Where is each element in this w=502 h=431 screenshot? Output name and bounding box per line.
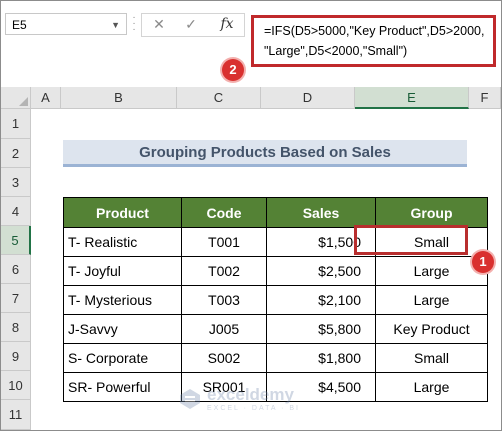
row-header-3[interactable]: 3 — [1, 168, 31, 197]
cell-group[interactable]: Small — [375, 227, 488, 257]
select-all-corner[interactable] — [1, 87, 31, 109]
column-header-f[interactable]: F — [469, 87, 501, 109]
formula-bar: E5 ▼ · · · ✕ ✓ fx =IFS(D5>5000,"Key Produc… — [1, 1, 501, 83]
row-header-1[interactable]: 1 — [1, 109, 31, 139]
formula-line-2: "Large",D5<2000,"Small") — [264, 44, 408, 58]
row-header-10[interactable]: 10 — [1, 371, 31, 400]
formula-input-area[interactable]: =IFS(D5>5000,"Key Product",D5>2000, "Lar… — [249, 13, 501, 81]
select-all-icon — [19, 97, 28, 106]
cell-sales[interactable]: $5,800 — [266, 314, 376, 344]
column-header-d[interactable]: D — [261, 87, 355, 109]
cell-product[interactable]: T- Realistic — [63, 227, 182, 257]
table-row: T- Realistic T001 $1,500 Small — [63, 227, 488, 257]
spreadsheet-window: E5 ▼ · · · ✕ ✓ fx =IFS(D5>5000,"Key Produc… — [0, 0, 502, 431]
cell-group[interactable]: Large — [375, 256, 488, 286]
watermark: exceldemy EXCEL · DATA · BI — [179, 385, 329, 421]
row-header-7[interactable]: 7 — [1, 284, 31, 313]
cell-product[interactable]: S- Corporate — [63, 343, 182, 373]
row-header-8[interactable]: 8 — [1, 313, 31, 342]
cell-code[interactable]: T003 — [181, 285, 267, 315]
cell-sales[interactable]: $2,500 — [266, 256, 376, 286]
header-sales[interactable]: Sales — [266, 197, 376, 228]
cell-group[interactable]: Small — [375, 343, 488, 373]
callout-badge-1: 1 — [472, 251, 494, 273]
sheet-title[interactable]: Grouping Products Based on Sales — [63, 140, 467, 167]
column-header-a[interactable]: A — [31, 87, 61, 109]
fx-icon[interactable]: fx — [215, 14, 239, 34]
callout-badge-2: 2 — [222, 59, 244, 81]
chevron-down-icon[interactable]: ▼ — [111, 14, 120, 36]
watermark-tagline: EXCEL · DATA · BI — [207, 405, 300, 412]
cell-product[interactable]: T- Joyful — [63, 256, 182, 286]
table-row: S- Corporate S002 $1,800 Small — [63, 343, 488, 373]
row-header-4[interactable]: 4 — [1, 197, 31, 226]
header-code[interactable]: Code — [181, 197, 267, 228]
cell-code[interactable]: T001 — [181, 227, 267, 257]
cell-code[interactable]: J005 — [181, 314, 267, 344]
column-header-e[interactable]: E — [355, 87, 469, 109]
cell-group[interactable]: Key Product — [375, 314, 488, 344]
check-icon[interactable]: ✓ — [179, 14, 203, 34]
cell-group[interactable]: Large — [375, 372, 488, 402]
formula-line-1: =IFS(D5>5000,"Key Product",D5>2000, — [264, 24, 485, 38]
cell-product[interactable]: SR- Powerful — [63, 372, 182, 402]
cell-sales[interactable]: $2,100 — [266, 285, 376, 315]
header-product[interactable]: Product — [63, 197, 182, 228]
table-row: J-Savvy J005 $5,800 Key Product — [63, 314, 488, 344]
formula-text[interactable]: =IFS(D5>5000,"Key Product",D5>2000, "Lar… — [251, 15, 496, 67]
row-header-2[interactable]: 2 — [1, 139, 31, 168]
cell-sales[interactable]: $1,800 — [266, 343, 376, 373]
row-header-9[interactable]: 9 — [1, 342, 31, 371]
row-header-11[interactable]: 11 — [1, 400, 31, 430]
table-header-row: Product Code Sales Group — [63, 197, 488, 228]
data-table: Product Code Sales Group T- Realistic T0… — [63, 197, 488, 402]
name-box-value: E5 — [12, 18, 27, 32]
cell-group[interactable]: Large — [375, 285, 488, 315]
name-box[interactable]: E5 ▼ — [5, 13, 127, 35]
column-header-b[interactable]: B — [61, 87, 177, 109]
exceldemy-logo-icon — [180, 389, 200, 409]
cell-code[interactable]: S002 — [181, 343, 267, 373]
row-header-5[interactable]: 5 — [1, 226, 31, 255]
drag-handle-icon[interactable]: · · · — [132, 13, 136, 35]
table-row: T- Joyful T002 $2,500 Large — [63, 256, 488, 286]
row-header-6[interactable]: 6 — [1, 255, 31, 284]
watermark-name: exceldemy — [207, 385, 294, 404]
cell-sales[interactable]: $1,500 — [266, 227, 376, 257]
table-row: T- Mysterious T003 $2,100 Large — [63, 285, 488, 315]
header-group[interactable]: Group — [375, 197, 488, 228]
cell-code[interactable]: T002 — [181, 256, 267, 286]
cell-product[interactable]: J-Savvy — [63, 314, 182, 344]
cell-product[interactable]: T- Mysterious — [63, 285, 182, 315]
x-icon[interactable]: ✕ — [147, 14, 171, 34]
column-header-c[interactable]: C — [177, 87, 261, 109]
